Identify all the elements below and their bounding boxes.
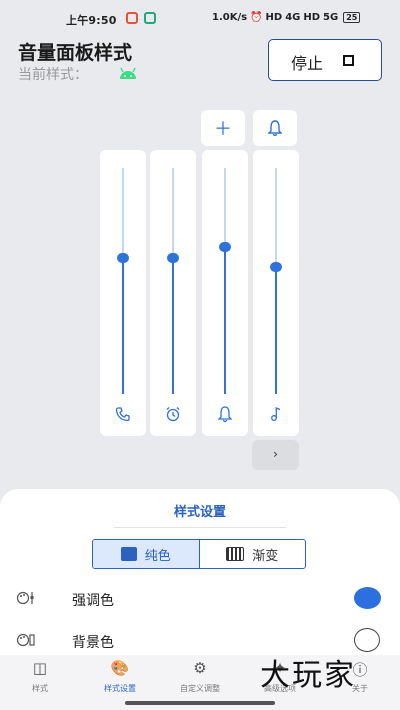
nav-item-style[interactable]: ◫ 样式 [0, 655, 80, 710]
hd-icon: HD [265, 12, 283, 23]
gradient-icon [226, 547, 245, 561]
alarm-icon: ⏰ [250, 12, 263, 23]
slider-thumb[interactable] [270, 262, 282, 273]
network-speed: 1.0K/s [212, 12, 248, 23]
watermark: 大玩家 [260, 658, 356, 693]
app-notification-icon [126, 12, 138, 24]
slider-fill [172, 258, 174, 394]
tab-gradient[interactable]: 渐变 [200, 540, 306, 568]
solid-color-icon [120, 547, 137, 561]
expand-button[interactable]: › [252, 440, 299, 470]
palette-nav-icon: 🎨 [110, 659, 130, 677]
app-notification-icon-2 [144, 12, 156, 24]
slider-thumb[interactable] [117, 253, 129, 264]
style-icon: ◫ [32, 659, 48, 677]
nav-label-style-settings: 样式设置 [104, 684, 136, 693]
stop-button[interactable]: 停止 [268, 39, 382, 81]
tab-solid-label: 纯色 [144, 548, 171, 564]
hd-icon-2: HD [303, 12, 321, 23]
palette-icon [16, 590, 36, 610]
slider-fill [275, 267, 277, 394]
notification-mode-button[interactable] [253, 110, 297, 146]
chevron-right-icon: › [273, 447, 278, 461]
tab-gradient-label: 渐变 [252, 548, 279, 564]
nav-label-style: 样式 [32, 684, 48, 693]
accent-color-swatch[interactable] [354, 587, 381, 609]
home-indicator[interactable] [125, 701, 275, 705]
volume-slider-media[interactable] [253, 150, 299, 436]
status-right: 1.0K/s ⏰ HD 4G HD 5G 25 [212, 12, 361, 23]
background-color-label: 背景色 [72, 635, 114, 651]
volume-slider-alarm[interactable] [150, 150, 196, 436]
signal-icon-2: 5G [323, 12, 339, 23]
music-note-icon [253, 406, 299, 426]
style-settings-sheet: 样式设置 纯色 渐变 强调色 背景色 [0, 489, 400, 655]
accent-color-row[interactable]: 强调色 [0, 584, 400, 614]
stop-icon [343, 55, 354, 66]
notification-bell-icon [202, 406, 248, 426]
plus-icon: ＋ [214, 119, 232, 140]
status-bar: 上午9:50 1.0K/s ⏰ HD 4G HD 5G 25 [0, 0, 400, 36]
fill-type-toggle: 纯色 渐变 [92, 539, 306, 569]
sliders-icon: ⚙ [193, 659, 207, 677]
phone-icon [100, 406, 146, 426]
add-button[interactable]: ＋ [201, 110, 245, 146]
battery-icon: 25 [343, 12, 361, 23]
volume-slider-notification[interactable] [202, 150, 248, 436]
accent-color-label: 强调色 [72, 593, 114, 609]
slider-fill [122, 258, 124, 394]
android-icon [120, 67, 136, 79]
current-style-label: 当前样式： [18, 67, 88, 83]
volume-slider-call[interactable] [100, 150, 146, 436]
slider-thumb[interactable] [167, 253, 179, 264]
alarm-clock-icon [150, 406, 196, 426]
nav-label-custom-adjust: 自定义调整 [180, 684, 220, 693]
signal-icon: 4G [285, 12, 301, 23]
divider [114, 527, 286, 528]
background-palette-icon [16, 632, 36, 652]
slider-fill [224, 247, 226, 394]
slider-thumb[interactable] [219, 242, 231, 253]
status-time: 上午9:50 [66, 14, 117, 27]
tab-solid[interactable]: 纯色 [93, 540, 200, 568]
background-color-swatch[interactable] [354, 628, 380, 652]
sheet-title: 样式设置 [173, 505, 226, 520]
page-title: 音量面板样式 [18, 42, 133, 64]
stop-label: 停止 [291, 54, 324, 73]
bell-icon [268, 120, 282, 136]
